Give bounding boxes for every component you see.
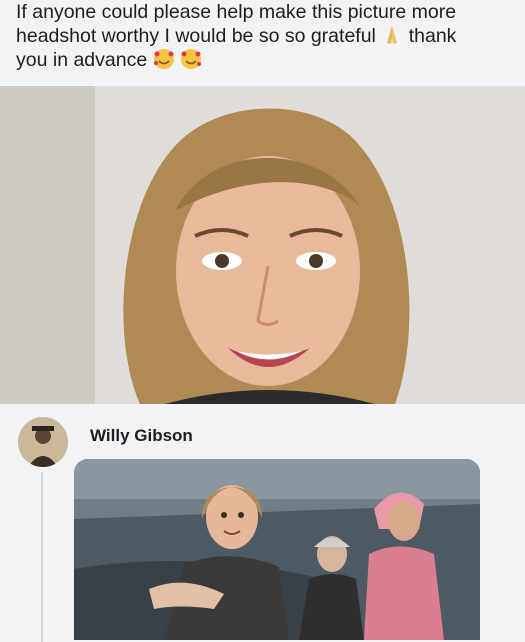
comment-image[interactable] [74,459,480,640]
folded-hands-emoji-icon [387,26,398,44]
smiling-face-with-hearts-emoji-icon [181,49,202,69]
post-text-line-2: headshot worthy I would be so so gratefu… [16,24,516,48]
thread-line [41,472,43,642]
post-text-segment: thank [408,25,457,47]
comment: Willy Gibson [0,404,525,642]
post-text: If anyone could please help make this pi… [16,0,516,72]
post-text-segment: headshot worthy I would be so so gratefu… [16,25,376,47]
post-text-segment: you in advance [16,49,148,71]
smiling-face-with-hearts-emoji-icon [153,49,174,69]
avatar[interactable] [18,417,68,467]
selfie-illustration [0,86,525,404]
post-text-line-1: If anyone could please help make this pi… [16,1,457,23]
avatar-image [18,417,68,467]
post-photo[interactable] [0,86,525,404]
comment-author[interactable]: Willy Gibson [90,426,193,446]
post-text-line-3: you in advance [16,48,516,72]
edited-photo-car-scene [74,459,480,640]
